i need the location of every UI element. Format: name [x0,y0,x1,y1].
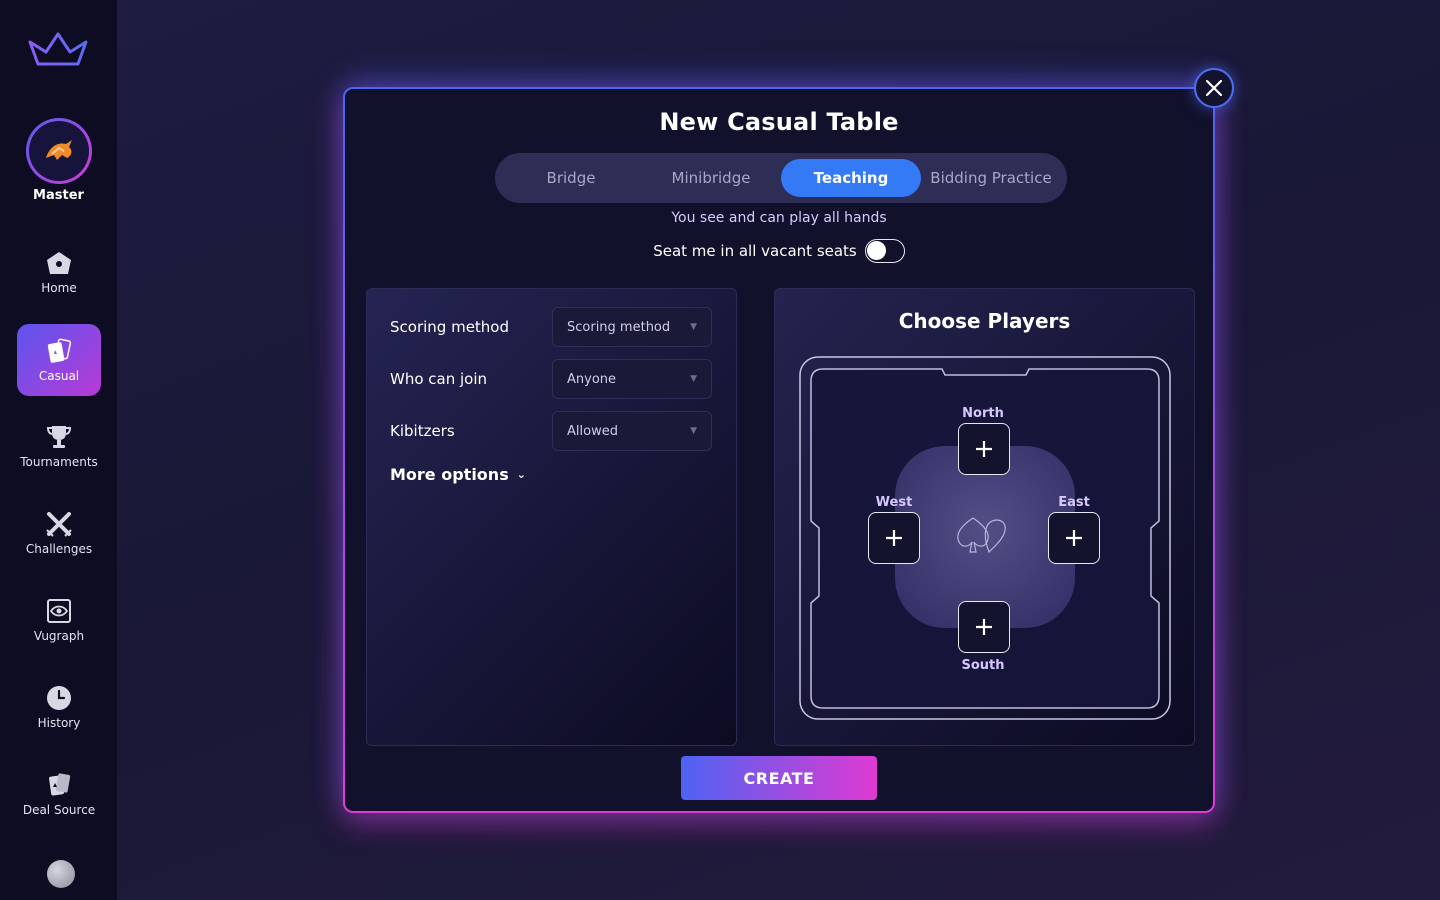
tab-bridge[interactable]: Bridge [501,159,641,197]
who-can-join-row: Who can join Anyone ▼ [390,359,712,399]
sidebar-item-deal-source[interactable]: Deal Source [17,758,101,830]
seat-toggle-label: Seat me in all vacant seats [653,242,857,260]
who-can-join-label: Who can join [390,370,488,388]
sidebar-item-label: Casual [38,369,80,383]
choose-players-title: Choose Players [898,309,1071,333]
add-north-player-button[interactable] [958,423,1010,475]
south-label: South [961,658,1005,673]
scoring-row: Scoring method Scoring method ▼ [390,307,712,347]
mode-description: You see and can play all hands [671,210,887,226]
chevron-down-icon: ▼ [690,374,697,384]
plus-icon [886,530,902,546]
sidebar-item-label: Challenges [25,542,93,556]
toggle-knob [866,241,886,260]
options-panel: Scoring method Scoring method ▼ Who can … [366,288,737,746]
sidebar: Master Home Casual Tournaments Challenge… [0,0,117,900]
trophy-icon [45,423,73,451]
tab-teaching[interactable]: Teaching [781,159,921,197]
sidebar-item-label: Home [41,281,77,295]
crossed-swords-icon [45,510,73,538]
who-can-join-select[interactable]: Anyone ▼ [552,359,712,399]
new-table-dialog: New Casual Table Bridge Minibridge Teach… [343,87,1215,813]
add-east-player-button[interactable] [1048,512,1100,564]
tab-minibridge[interactable]: Minibridge [641,159,781,197]
avatar[interactable] [26,118,92,184]
tab-bidding-practice[interactable]: Bidding Practice [921,159,1061,197]
deal-cards-icon [45,771,73,799]
east-label: East [1058,495,1090,510]
chevron-down-icon: ▼ [690,322,697,332]
sidebar-item-label: Vugraph [33,629,85,643]
sidebar-item-label: Tournaments [20,455,98,469]
players-panel: Choose Players North West East South [774,288,1195,746]
sidebar-item-home[interactable]: Home [17,236,101,308]
seat-all-toggle[interactable] [864,239,905,263]
chevron-down-icon: ⌄ [516,468,526,481]
west-label: West [875,495,913,510]
plus-icon [976,619,992,635]
scoring-method-select[interactable]: Scoring method ▼ [552,307,712,347]
crown-logo-icon[interactable] [26,30,90,70]
north-label: North [962,406,1004,421]
more-options-label: More options [390,465,509,484]
game-mode-tabs: Bridge Minibridge Teaching Bidding Pract… [495,153,1067,203]
add-south-player-button[interactable] [958,601,1010,653]
cards-icon [45,337,73,365]
sidebar-item-challenges[interactable]: Challenges [17,497,101,569]
sidebar-item-history[interactable]: History [17,671,101,743]
rank-label: Master [33,188,84,203]
kibitzers-select[interactable]: Allowed ▼ [552,411,712,451]
close-dialog-button[interactable] [1194,68,1234,108]
user-profile-icon[interactable] [47,860,75,888]
more-options-toggle[interactable]: More options ⌄ [390,465,526,484]
sidebar-item-vugraph[interactable]: Vugraph [17,584,101,656]
scoring-value: Scoring method [567,319,671,335]
sidebar-item-label: History [37,716,81,730]
seat-toggle-row: Seat me in all vacant seats [345,239,1213,263]
eye-icon [45,597,73,625]
kibitzers-value: Allowed [567,423,618,439]
clock-icon [45,684,73,712]
add-west-player-button[interactable] [868,512,920,564]
plus-icon [976,441,992,457]
kibitzers-label: Kibitzers [390,422,455,440]
scoring-label: Scoring method [390,318,510,336]
sidebar-item-tournaments[interactable]: Tournaments [17,410,101,482]
close-icon [1205,79,1223,97]
sidebar-item-casual[interactable]: Casual [17,324,101,396]
dragon-icon [29,121,89,181]
dialog-title: New Casual Table [659,108,899,136]
plus-icon [1066,530,1082,546]
who-can-join-value: Anyone [567,371,617,387]
chevron-down-icon: ▼ [690,426,697,436]
kibitzers-row: Kibitzers Allowed ▼ [390,411,712,451]
sidebar-item-label: Deal Source [22,803,96,817]
home-icon [45,249,73,277]
create-button[interactable]: CREATE [681,756,877,800]
